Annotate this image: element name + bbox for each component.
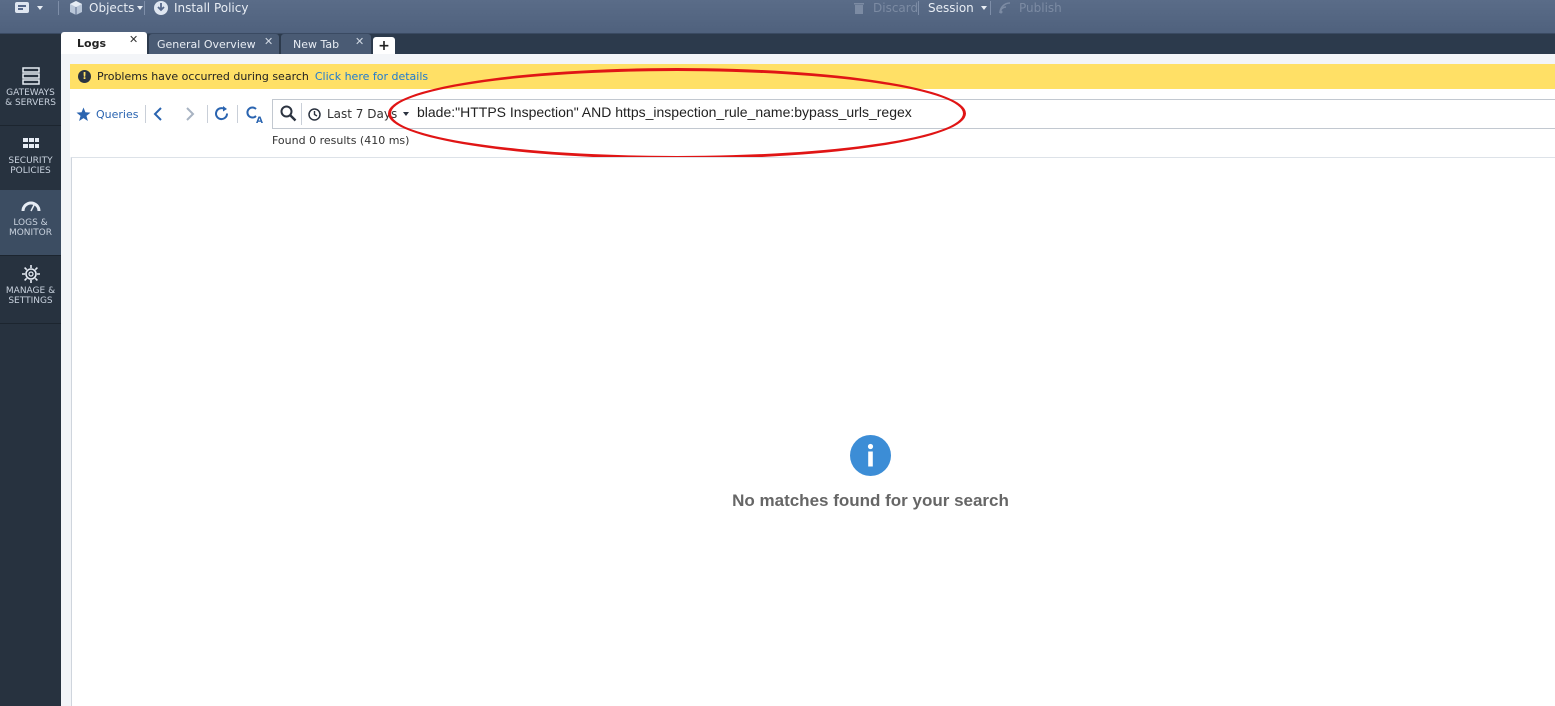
queries-label: Queries [96, 107, 139, 121]
close-icon[interactable]: ✕ [129, 33, 138, 46]
toolbar-divider [144, 1, 145, 15]
sidebar-item-label: LOGS & MONITOR [8, 218, 53, 238]
toolbar-divider [237, 105, 238, 123]
toolbar-divider [990, 1, 991, 15]
chevron-right-icon [186, 107, 195, 121]
top-toolbar: Objects Install Policy Discard Session P… [0, 0, 1555, 34]
gear-icon [21, 265, 40, 283]
chevron-left-icon [153, 107, 162, 121]
close-icon[interactable]: ✕ [264, 35, 273, 48]
search-syntax-icon: A [246, 106, 263, 124]
tab-new-tab[interactable]: New Tab ✕ [281, 34, 371, 54]
refresh-icon [215, 106, 229, 121]
install-policy-button[interactable]: Install Policy [153, 0, 248, 16]
toolbar-divider [301, 103, 302, 125]
chevron-down-icon [137, 6, 144, 10]
left-sidebar: GATEWAYS & SERVERS SECURITY POLICIES LOGS … [0, 34, 61, 706]
app-menu-button[interactable] [14, 0, 43, 16]
star-icon [76, 107, 91, 121]
install-policy-label: Install Policy [174, 1, 249, 15]
publish-label: Publish [1019, 1, 1062, 15]
close-icon[interactable]: ✕ [355, 35, 364, 48]
toolbar-divider [918, 1, 919, 15]
warning-details-link[interactable]: Click here for details [315, 70, 428, 83]
chevron-down-icon [37, 6, 43, 10]
session-label: Session [928, 1, 974, 15]
results-panel [71, 157, 1555, 706]
search-button[interactable] [280, 105, 297, 122]
search-icon [280, 105, 297, 122]
app-menu-icon [15, 2, 29, 13]
clock-icon [308, 107, 321, 121]
time-range-label: Last 7 Days [327, 107, 398, 121]
discard-button[interactable]: Discard [852, 0, 918, 16]
annotation-ellipse [388, 68, 966, 159]
sidebar-item-manage-settings[interactable]: MANAGE & SETTINGS [0, 258, 61, 324]
objects-label: Objects [89, 1, 135, 15]
trash-icon [854, 3, 864, 14]
warning-message: Problems have occurred during search [97, 70, 309, 83]
discard-label: Discard [873, 1, 919, 15]
tab-logs[interactable]: Logs ✕ [61, 32, 147, 54]
sidebar-item-gateways-servers[interactable]: GATEWAYS & SERVERS [0, 60, 61, 126]
forward-button[interactable] [184, 106, 196, 122]
objects-menu-button[interactable]: Objects [68, 0, 144, 16]
toolbar-divider [207, 105, 208, 123]
sidebar-item-security-policies[interactable]: SECURITY POLICIES [0, 128, 61, 194]
gauge-icon [21, 201, 40, 212]
refresh-button[interactable] [213, 105, 230, 122]
tab-label: General Overview [157, 37, 256, 51]
install-policy-icon [154, 1, 168, 15]
back-button[interactable] [152, 106, 164, 122]
sidebar-item-label: MANAGE & SETTINGS [5, 286, 56, 306]
svg-text:A: A [256, 116, 263, 124]
policy-grid-icon [22, 138, 39, 148]
toolbar-divider [58, 1, 59, 15]
info-icon [850, 435, 891, 476]
empty-state-message: No matches found for your search [732, 491, 1009, 510]
results-count: Found 0 results (410 ms) [272, 134, 410, 147]
server-stack-icon [21, 67, 40, 85]
sidebar-item-logs-monitor[interactable]: LOGS & MONITOR [0, 190, 61, 256]
queries-button[interactable]: Queries [76, 106, 138, 122]
tab-general-overview[interactable]: General Overview ✕ [149, 34, 279, 54]
plus-icon: + [378, 37, 390, 54]
session-menu-button[interactable]: Session [928, 0, 987, 16]
chevron-down-icon [980, 6, 987, 10]
cube-icon [70, 1, 82, 15]
tab-label: Logs [77, 36, 106, 50]
sidebar-item-label: SECURITY POLICIES [8, 156, 53, 176]
toolbar-divider [145, 105, 146, 123]
publish-icon [999, 2, 1011, 14]
publish-button[interactable]: Publish [998, 0, 1062, 16]
add-tab-button[interactable]: + [373, 37, 395, 54]
warning-icon: ! [78, 70, 91, 83]
sidebar-item-label: GATEWAYS & SERVERS [5, 88, 56, 108]
tab-label: New Tab [293, 37, 340, 51]
query-syntax-button[interactable]: A [245, 104, 265, 124]
